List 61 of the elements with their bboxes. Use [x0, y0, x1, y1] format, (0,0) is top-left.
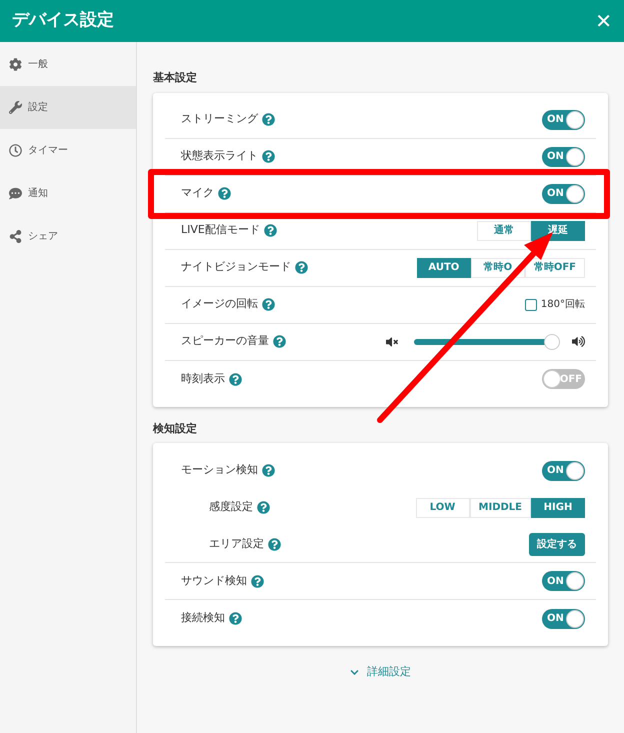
wrench-icon — [9, 101, 22, 114]
help-icon[interactable] — [273, 335, 286, 348]
help-icon[interactable] — [268, 538, 281, 550]
section-heading: 基本設定 — [153, 70, 198, 86]
share-icon — [9, 230, 22, 243]
slider-thumb[interactable] — [544, 334, 560, 350]
volume-icon — [572, 335, 585, 348]
setting-label: 感度設定 — [209, 499, 253, 516]
toggle-switch[interactable]: ON — [542, 184, 585, 204]
setting-label: 状態表示ライト — [181, 148, 258, 164]
setting-label: イメージの回転 — [181, 296, 258, 312]
sidebar-item[interactable]: 一般 — [0, 43, 136, 86]
help-icon[interactable] — [262, 464, 275, 477]
section-heading: 検知設定 — [153, 420, 198, 436]
help-icon[interactable] — [218, 187, 231, 200]
checkbox[interactable] — [524, 298, 537, 310]
sidebar-item[interactable]: 通知 — [0, 172, 136, 215]
segment-option[interactable]: HIGH — [531, 498, 585, 518]
setting-label: 時刻表示 — [181, 370, 225, 387]
setting-label: モーション検知 — [181, 462, 258, 478]
setting-label: ナイトビジョンモード — [181, 259, 291, 276]
sidebar-item[interactable]: シェア — [0, 215, 136, 258]
toggle-switch[interactable]: ON — [542, 460, 585, 480]
setting-label: ストリーミング — [181, 111, 258, 128]
segment-option[interactable]: 常時OFF — [524, 258, 585, 278]
window-title: デバイス設定 — [12, 9, 114, 32]
advanced-settings-link[interactable]: 詳細設定 — [350, 664, 411, 680]
help-icon[interactable] — [262, 298, 275, 311]
toggle-switch[interactable]: ON — [542, 110, 585, 130]
help-icon[interactable] — [262, 113, 275, 126]
setting-label: スピーカーの音量 — [181, 333, 269, 350]
setting-label: 接続検知 — [181, 610, 225, 626]
help-icon[interactable] — [295, 261, 308, 274]
help-icon[interactable] — [257, 501, 270, 514]
setting-label: サウンド検知 — [181, 572, 247, 589]
segment-option[interactable]: AUTO — [416, 258, 471, 278]
toggle-switch[interactable]: ON — [542, 608, 585, 628]
setting-label: マイク — [181, 185, 214, 202]
chevron-down-icon — [350, 668, 359, 677]
help-icon[interactable] — [264, 224, 277, 237]
segment-option[interactable]: LOW — [416, 498, 470, 518]
help-icon[interactable] — [262, 150, 275, 163]
gear-icon — [9, 58, 22, 71]
speech-bubble-icon — [9, 187, 22, 200]
set-button[interactable]: 設定する — [529, 532, 585, 556]
setting-label: エリア設定 — [209, 536, 264, 552]
close-button[interactable]: ✕ — [595, 6, 612, 36]
sidebar-item[interactable]: 設定 — [0, 86, 136, 129]
help-icon[interactable] — [229, 612, 242, 625]
mute-icon — [386, 336, 398, 348]
segment-option[interactable]: MIDDLE — [470, 498, 531, 518]
toggle-switch[interactable]: ON — [542, 146, 585, 166]
segment-option[interactable]: 遅延 — [531, 220, 585, 240]
sidebar-item[interactable]: タイマー — [0, 129, 136, 172]
help-icon[interactable] — [229, 372, 242, 386]
segment-option[interactable]: 通常 — [477, 220, 531, 240]
toggle-switch[interactable]: ON — [542, 571, 585, 591]
checkbox-label: 180°回転 — [540, 298, 585, 312]
clock-icon — [9, 144, 22, 157]
setting-label: LIVE配信モード — [181, 222, 260, 238]
help-icon[interactable] — [251, 574, 264, 588]
